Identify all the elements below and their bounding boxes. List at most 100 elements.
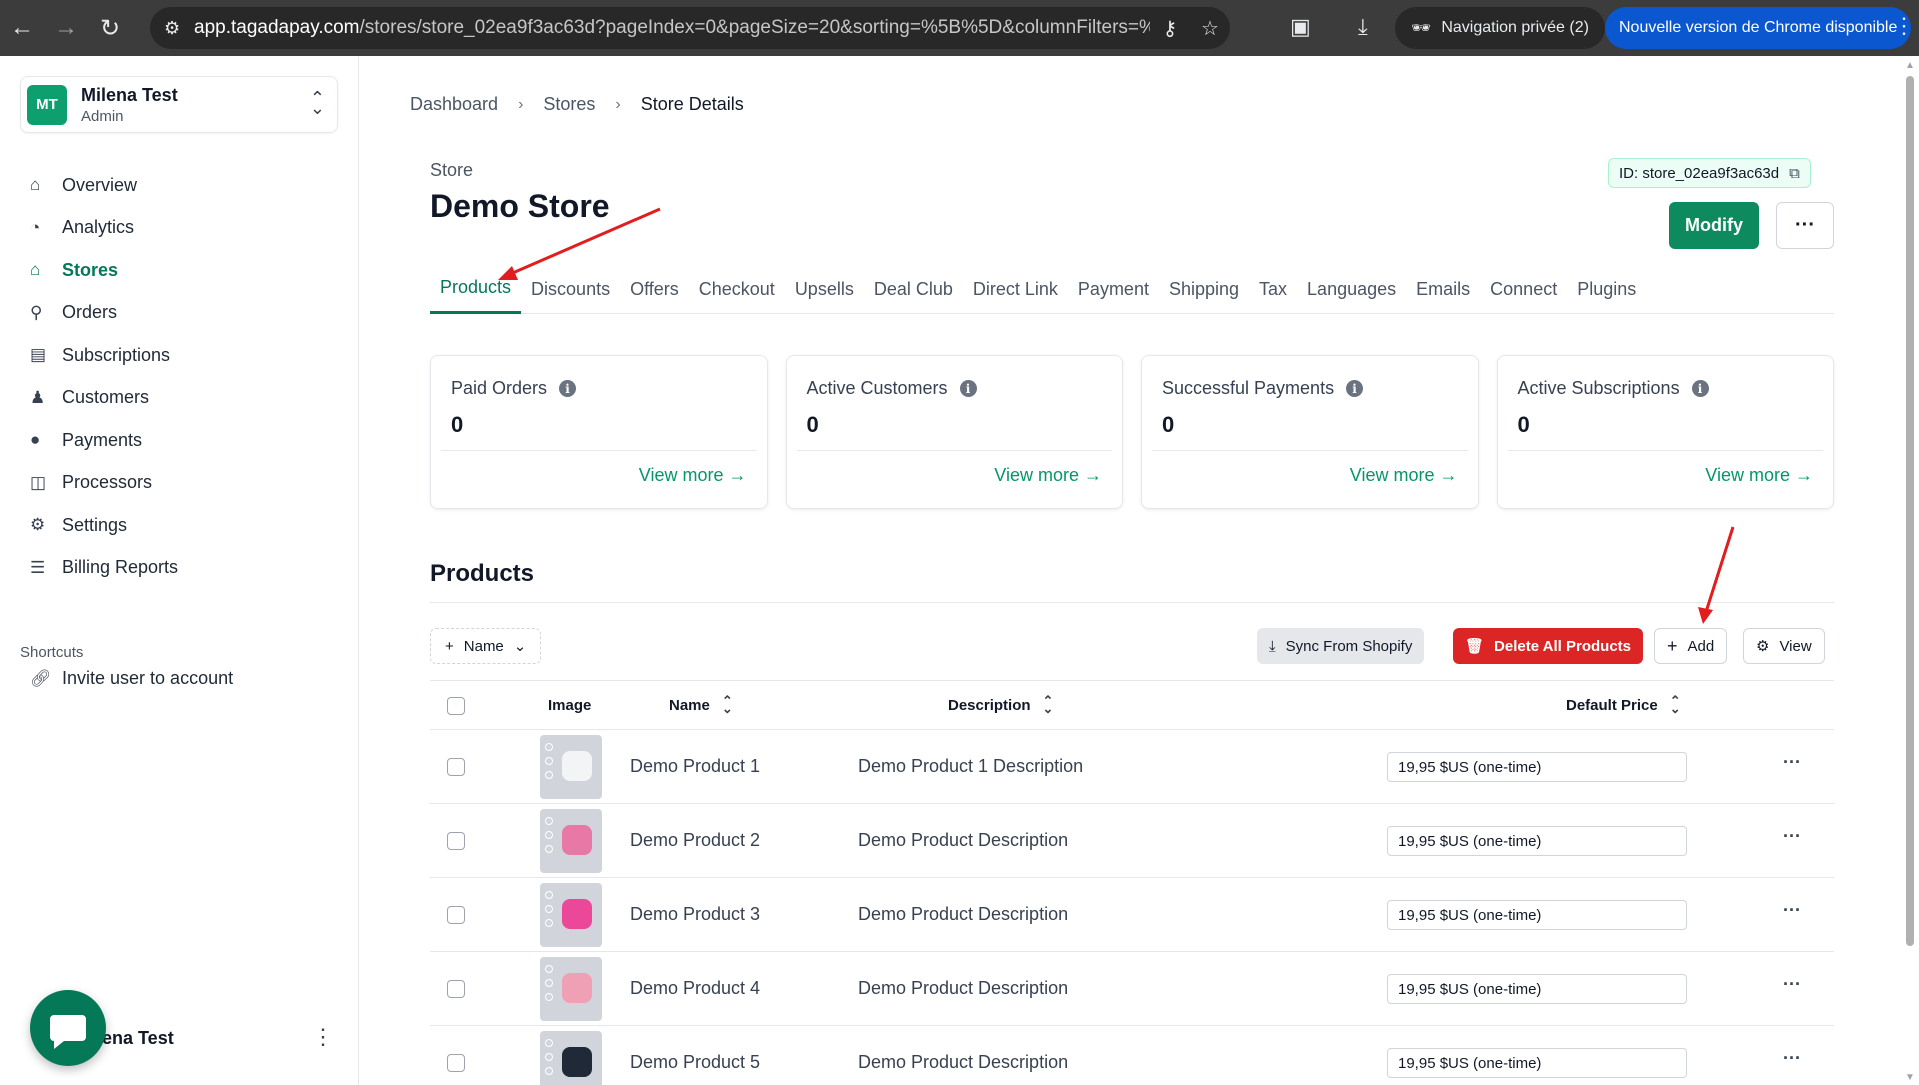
row-actions-icon[interactable]: ··· bbox=[1783, 974, 1801, 995]
table-row[interactable]: Demo Product 2 Demo Product Description 19… bbox=[430, 804, 1834, 878]
sync-from-shopify-button[interactable]: ⤓ Sync From Shopify bbox=[1257, 628, 1425, 664]
view-more-link[interactable]: View more → bbox=[994, 465, 1102, 486]
row-checkbox[interactable] bbox=[447, 980, 465, 998]
table-row[interactable]: Demo Product 3 Demo Product Description 19… bbox=[430, 878, 1834, 952]
tab-direct-link[interactable]: Direct Link bbox=[963, 264, 1068, 314]
forward-arrow-icon[interactable]: → bbox=[44, 0, 88, 56]
product-image-shape bbox=[562, 751, 592, 781]
table-row[interactable]: Demo Product 5 Demo Product Description 19… bbox=[430, 1026, 1834, 1085]
scroll-up-icon[interactable]: ▲ bbox=[1905, 60, 1915, 71]
sort-icon[interactable]: ⌃ ⌄ bbox=[1043, 694, 1054, 715]
name-filter-button[interactable]: + Name ⌄ bbox=[430, 628, 542, 664]
site-settings-icon[interactable]: ⚙ bbox=[164, 18, 194, 39]
tab-upsells[interactable]: Upsells bbox=[785, 264, 864, 314]
tab-checkout[interactable]: Checkout bbox=[689, 264, 785, 314]
view-more-link[interactable]: View more → bbox=[1350, 465, 1458, 486]
tab-plugins[interactable]: Plugins bbox=[1567, 264, 1646, 314]
default-price-select[interactable]: 19,95 $US (one-time) bbox=[1387, 826, 1687, 856]
tab-emails[interactable]: Emails bbox=[1406, 264, 1480, 314]
tab-offers[interactable]: Offers bbox=[620, 264, 689, 314]
scroll-down-icon[interactable]: ▼ bbox=[1905, 1072, 1915, 1083]
product-name[interactable]: Demo Product 4 bbox=[630, 978, 760, 999]
incognito-chip[interactable]: 🕶 Navigation privée (2) bbox=[1395, 7, 1605, 49]
sidebar-item-analytics[interactable]: ◔ Analytics bbox=[20, 207, 340, 250]
tab-connect[interactable]: Connect bbox=[1480, 264, 1567, 314]
row-checkbox[interactable] bbox=[447, 906, 465, 924]
column-default-price[interactable]: Default Price ⌃ ⌄ bbox=[1566, 694, 1681, 715]
chrome-update-chip[interactable]: Nouvelle version de Chrome disponible bbox=[1605, 7, 1912, 49]
url-text[interactable]: app.tagadapay.com/stores/store_02ea9f3ac… bbox=[194, 17, 1150, 39]
tab-discounts[interactable]: Discounts bbox=[521, 264, 620, 314]
sidebar-item-customers[interactable]: ♟ Customers bbox=[20, 377, 340, 420]
store-id-badge[interactable]: ID: store_02ea9f3ac63d ⧉ bbox=[1608, 158, 1811, 188]
row-actions-icon[interactable]: ··· bbox=[1783, 752, 1801, 773]
tab-products[interactable]: Products bbox=[430, 264, 522, 314]
breadcrumb-dashboard[interactable]: Dashboard bbox=[410, 94, 498, 115]
product-name[interactable]: Demo Product 3 bbox=[630, 904, 760, 925]
column-label: Description bbox=[948, 696, 1031, 714]
add-product-button[interactable]: + Add bbox=[1654, 628, 1728, 664]
account-switcher[interactable]: MT Milena Test Admin ⌃ ⌄ bbox=[20, 76, 338, 133]
chrome-menu-icon[interactable]: ⋮ bbox=[1893, 13, 1915, 39]
divider bbox=[430, 602, 1834, 603]
tab-languages[interactable]: Languages bbox=[1297, 264, 1406, 314]
search-tab-icon[interactable]: ▣ bbox=[1290, 14, 1311, 40]
tab-shipping[interactable]: Shipping bbox=[1159, 264, 1249, 314]
sort-icon[interactable]: ⌃ ⌄ bbox=[1670, 694, 1681, 715]
product-name[interactable]: Demo Product 1 bbox=[630, 756, 760, 777]
key-icon[interactable]: ⚷ bbox=[1150, 16, 1190, 41]
sidebar-item-settings[interactable]: ⚙ Settings bbox=[20, 504, 340, 547]
row-checkbox[interactable] bbox=[447, 1054, 465, 1072]
tab-deal-club[interactable]: Deal Club bbox=[864, 264, 963, 314]
column-name[interactable]: Name ⌃ ⌄ bbox=[669, 694, 733, 715]
cart-icon: ⚲ bbox=[30, 302, 43, 322]
sidebar-item-billing-reports[interactable]: ☰ Billing Reports bbox=[20, 547, 340, 590]
sidebar-item-orders[interactable]: ⚲ Orders bbox=[20, 292, 340, 335]
default-price-select[interactable]: 19,95 $US (one-time) bbox=[1387, 752, 1687, 782]
shortcut-invite-user[interactable]: 🔗︎ Invite user to account bbox=[30, 668, 233, 689]
row-actions-icon[interactable]: ··· bbox=[1783, 826, 1801, 847]
stat-title: Active Customers bbox=[806, 378, 948, 398]
default-price-select[interactable]: 19,95 $US (one-time) bbox=[1387, 1048, 1687, 1078]
select-all-checkbox[interactable] bbox=[447, 697, 465, 715]
view-more-link[interactable]: View more → bbox=[1705, 465, 1813, 486]
product-name[interactable]: Demo Product 2 bbox=[630, 830, 760, 851]
sort-icon[interactable]: ⌃ ⌄ bbox=[722, 694, 733, 715]
more-options-button[interactable]: ··· bbox=[1776, 202, 1834, 249]
reload-icon[interactable]: ↻ bbox=[88, 0, 132, 56]
product-name[interactable]: Demo Product 5 bbox=[630, 1052, 760, 1073]
modify-button[interactable]: Modify bbox=[1669, 202, 1759, 249]
default-price-select[interactable]: 19,95 $US (one-time) bbox=[1387, 974, 1687, 1004]
row-checkbox[interactable] bbox=[447, 832, 465, 850]
sidebar-item-payments[interactable]: ● Payments bbox=[20, 419, 340, 462]
star-icon[interactable]: ☆ bbox=[1190, 16, 1230, 41]
sidebar-item-stores[interactable]: ⌂ Stores bbox=[20, 249, 340, 292]
sidebar-item-subscriptions[interactable]: ▤ Subscriptions bbox=[20, 334, 340, 377]
row-checkbox[interactable] bbox=[447, 758, 465, 776]
info-icon[interactable]: i bbox=[1346, 380, 1364, 397]
row-actions-icon[interactable]: ··· bbox=[1783, 900, 1801, 921]
tab-payment[interactable]: Payment bbox=[1068, 264, 1159, 314]
info-icon[interactable]: i bbox=[1691, 380, 1709, 397]
info-icon[interactable]: i bbox=[559, 380, 577, 397]
user-menu-icon[interactable]: ⋮ bbox=[312, 1024, 334, 1050]
sidebar-item-processors[interactable]: ◫ Processors bbox=[20, 462, 340, 505]
delete-all-products-button[interactable]: 🗑︎ Delete All Products bbox=[1453, 628, 1644, 664]
chat-launcher-button[interactable] bbox=[30, 990, 106, 1066]
download-icon[interactable]: ⤓ bbox=[1358, 14, 1368, 40]
back-arrow-icon[interactable]: ← bbox=[0, 0, 44, 56]
scrollbar-thumb[interactable] bbox=[1906, 76, 1914, 946]
tab-tax[interactable]: Tax bbox=[1249, 264, 1297, 314]
column-description[interactable]: Description ⌃ ⌄ bbox=[948, 694, 1054, 715]
copy-icon[interactable]: ⧉ bbox=[1789, 165, 1800, 182]
sidebar-item-overview[interactable]: ⌂ Overview bbox=[20, 164, 340, 207]
view-more-link[interactable]: View more → bbox=[639, 465, 747, 486]
default-price-select[interactable]: 19,95 $US (one-time) bbox=[1387, 900, 1687, 930]
row-actions-icon[interactable]: ··· bbox=[1783, 1048, 1801, 1069]
table-row[interactable]: Demo Product 4 Demo Product Description 19… bbox=[430, 952, 1834, 1026]
info-icon[interactable]: i bbox=[959, 380, 977, 397]
view-options-button[interactable]: ⚙ View bbox=[1743, 628, 1825, 664]
table-row[interactable]: Demo Product 1 Demo Product 1 Description… bbox=[430, 730, 1834, 804]
breadcrumb-stores[interactable]: Stores bbox=[543, 94, 595, 115]
address-bar[interactable]: ⚙ app.tagadapay.com/stores/store_02ea9f3… bbox=[150, 7, 1230, 49]
